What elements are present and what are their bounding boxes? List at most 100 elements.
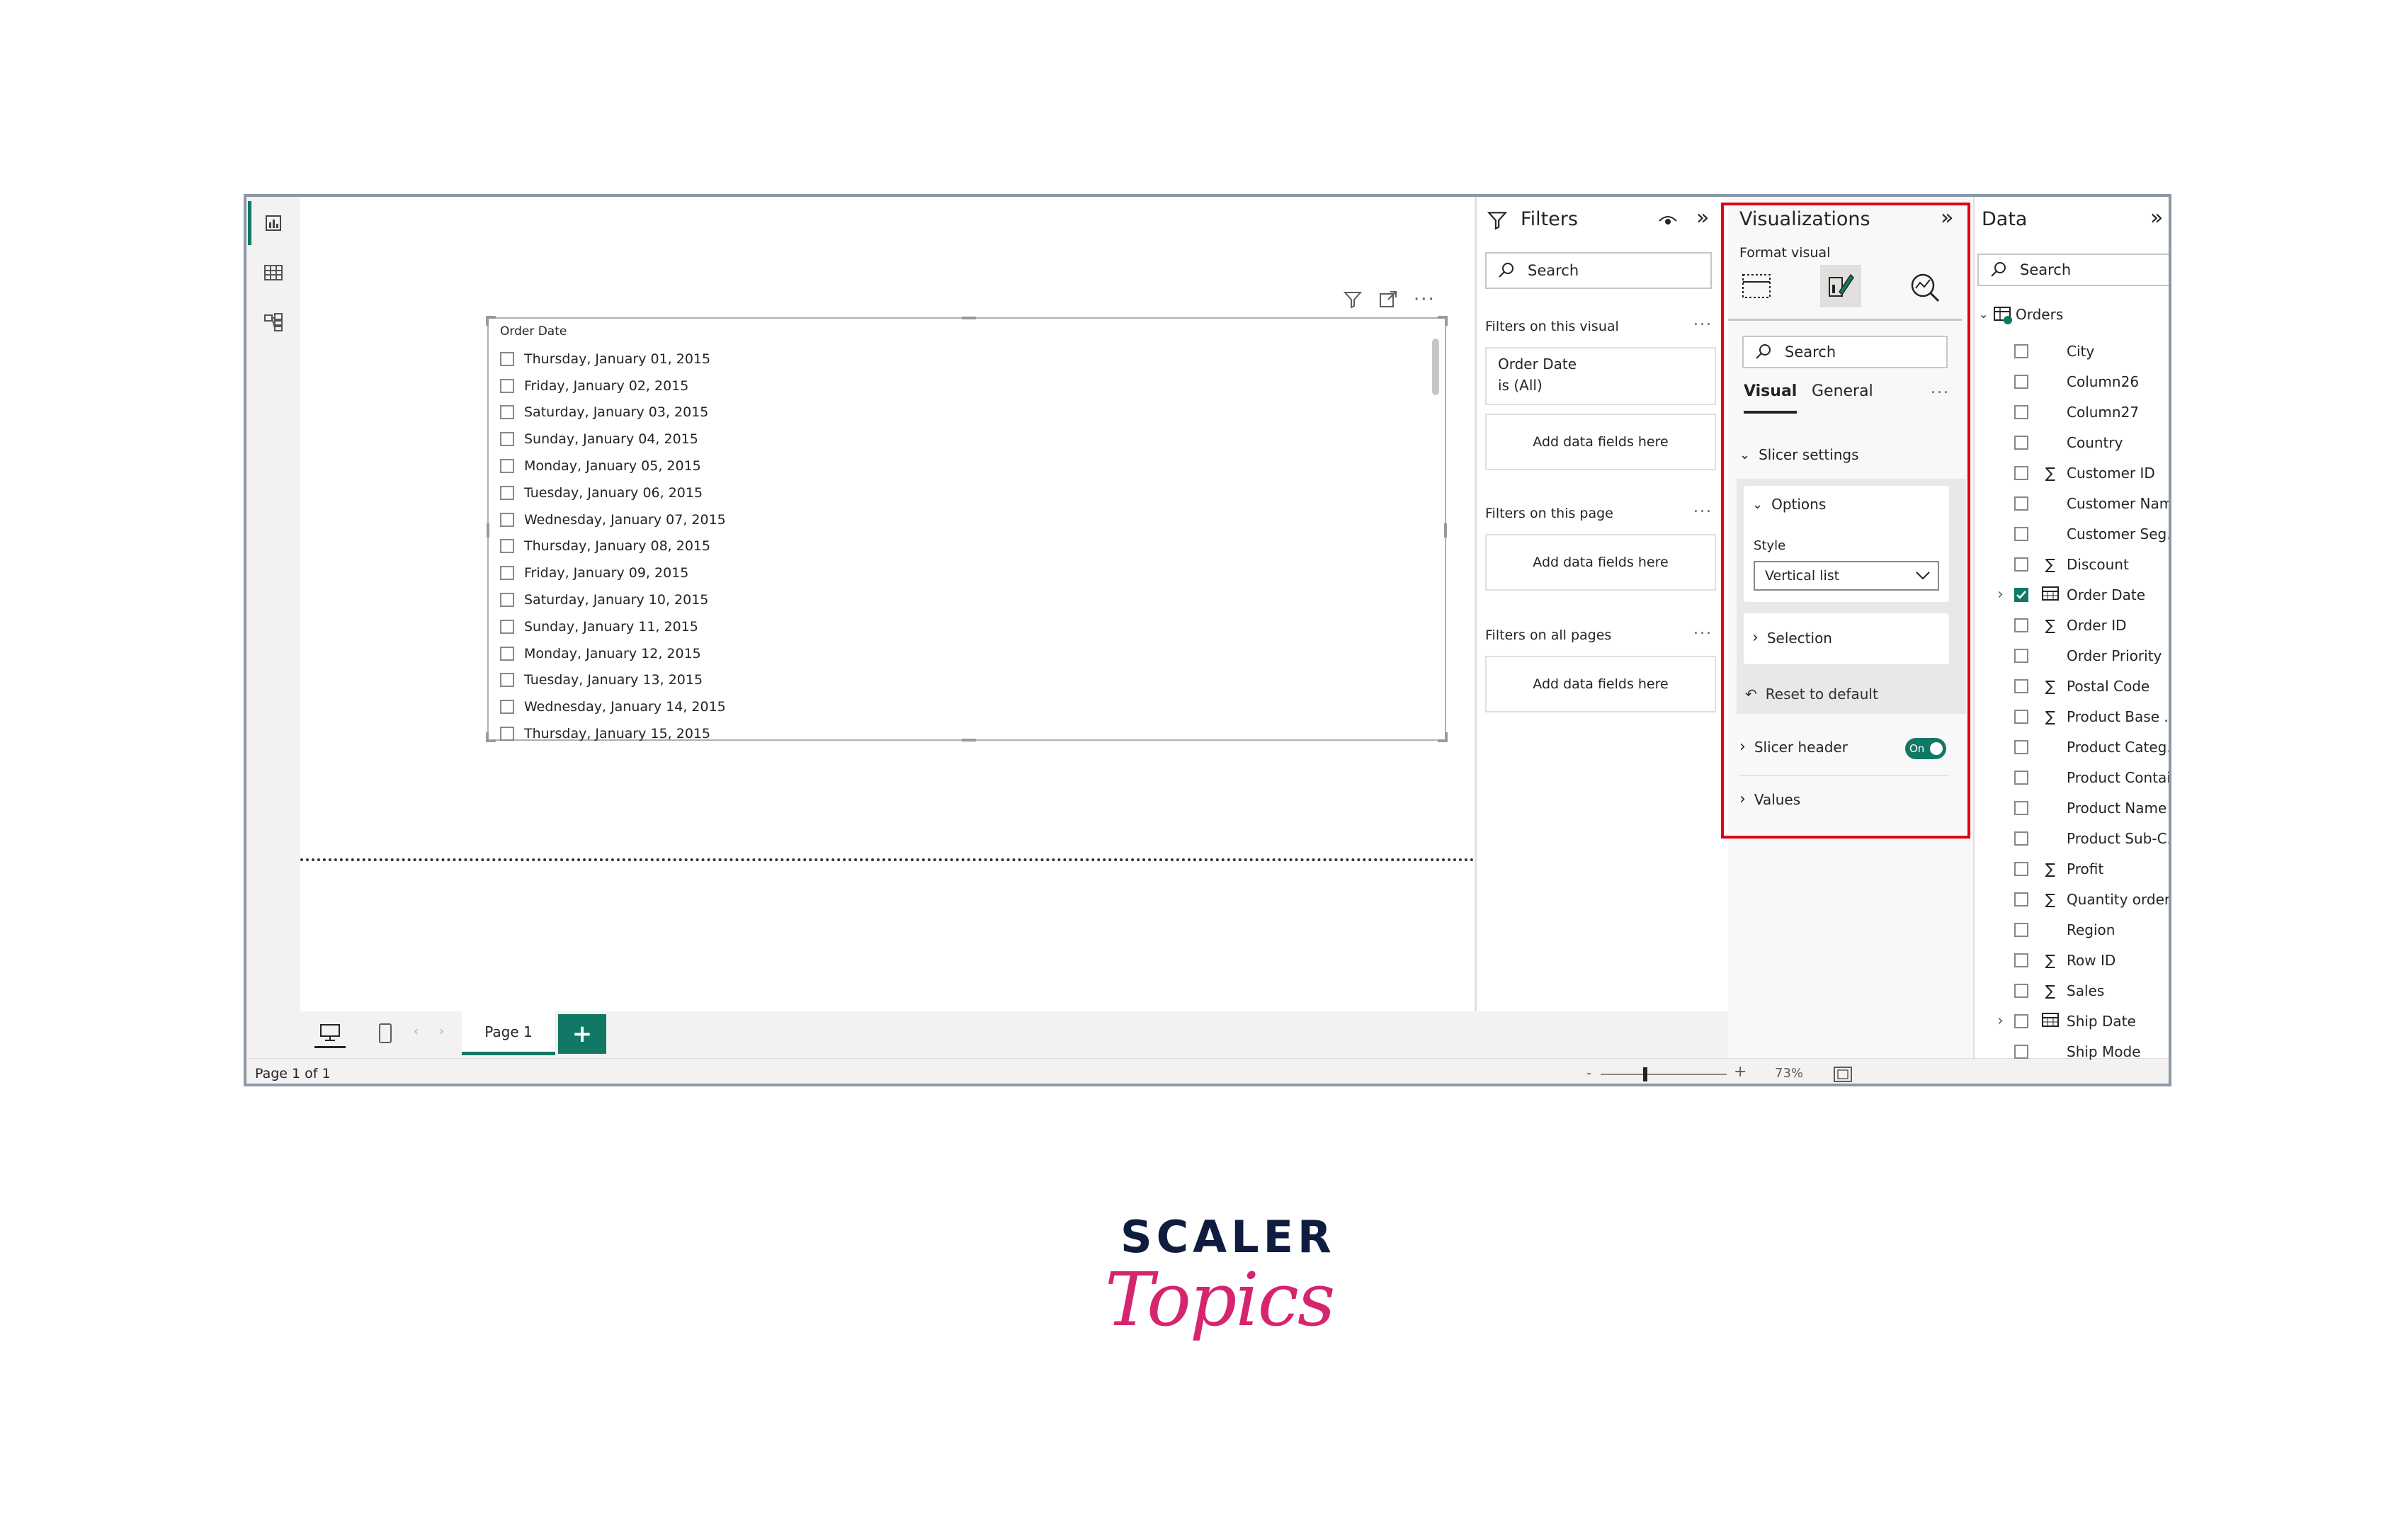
checkbox[interactable] bbox=[500, 432, 514, 447]
fit-to-page-icon[interactable] bbox=[1833, 1066, 1853, 1083]
mobile-layout-button[interactable] bbox=[371, 1018, 399, 1048]
format-visual-button[interactable] bbox=[1820, 265, 1861, 307]
field-checkbox[interactable] bbox=[2014, 983, 2028, 998]
build-visual-button[interactable] bbox=[1739, 269, 1773, 303]
visual-add-data-fields-dropzone[interactable]: Add data fields here bbox=[1485, 414, 1716, 470]
slicer-item[interactable]: Thursday, January 01, 2015 bbox=[500, 346, 1385, 373]
field-row[interactable]: Order Priority bbox=[1975, 640, 2169, 671]
resize-handle[interactable] bbox=[962, 317, 976, 319]
field-row[interactable]: ∑ Order ID bbox=[1975, 610, 2169, 640]
field-row[interactable]: ∑ Postal Code bbox=[1975, 671, 2169, 701]
field-row[interactable]: Region bbox=[1975, 914, 2169, 945]
report-add-data-fields-dropzone[interactable]: Add data fields here bbox=[1485, 656, 1716, 712]
checkbox[interactable] bbox=[500, 619, 514, 634]
field-row[interactable]: › Order Date bbox=[1975, 579, 2169, 610]
field-row[interactable]: Product Name bbox=[1975, 792, 2169, 823]
checkbox[interactable] bbox=[500, 485, 514, 500]
field-row[interactable]: ∑ Discount bbox=[1975, 549, 2169, 579]
checkbox[interactable] bbox=[500, 459, 514, 474]
slicer-item[interactable]: Sunday, January 11, 2015 bbox=[500, 613, 1385, 640]
field-checkbox[interactable] bbox=[2014, 678, 2028, 693]
tab-visual[interactable]: Visual bbox=[1744, 382, 1798, 414]
slicer-item[interactable]: Thursday, January 15, 2015 bbox=[500, 720, 1385, 747]
slicer-item[interactable]: Saturday, January 03, 2015 bbox=[500, 399, 1385, 426]
slicer-scrollbar[interactable] bbox=[1432, 339, 1439, 395]
field-checkbox[interactable] bbox=[2014, 922, 2028, 937]
resize-handle[interactable] bbox=[1445, 316, 1448, 326]
field-row[interactable]: Product Sub-C... bbox=[1975, 823, 2169, 853]
add-page-button[interactable]: + bbox=[558, 1014, 606, 1054]
chevron-right-icon[interactable]: › bbox=[1997, 1012, 2004, 1030]
field-checkbox[interactable] bbox=[2014, 709, 2028, 724]
desktop-layout-button[interactable] bbox=[314, 1018, 346, 1048]
slicer-item[interactable]: Monday, January 12, 2015 bbox=[500, 640, 1385, 667]
values-section[interactable]: › Values bbox=[1739, 790, 1800, 808]
page-tab-page-1[interactable]: Page 1 bbox=[462, 1011, 555, 1055]
checkbox[interactable] bbox=[500, 727, 514, 742]
style-dropdown[interactable]: Vertical list bbox=[1754, 561, 1939, 591]
field-row[interactable]: ∑ Customer ID bbox=[1975, 458, 2169, 488]
eye-icon[interactable] bbox=[1658, 212, 1678, 228]
field-row[interactable]: ∑ Profit bbox=[1975, 853, 2169, 884]
slicer-item[interactable]: Friday, January 02, 2015 bbox=[500, 373, 1385, 399]
field-checkbox[interactable] bbox=[2014, 374, 2028, 389]
field-checkbox[interactable] bbox=[2014, 435, 2028, 450]
report-view-button[interactable] bbox=[246, 198, 300, 248]
field-row[interactable]: Product Contai... bbox=[1975, 762, 2169, 792]
slicer-item[interactable]: Tuesday, January 13, 2015 bbox=[500, 667, 1385, 694]
reset-to-default-button[interactable]: ↶ Reset to default bbox=[1745, 686, 1878, 703]
resize-handle[interactable] bbox=[1445, 732, 1448, 742]
tab-general[interactable]: General bbox=[1812, 382, 1873, 414]
field-row[interactable]: Product Categ... bbox=[1975, 732, 2169, 762]
order-date-filter-card[interactable]: Order Date is (All) bbox=[1485, 347, 1716, 405]
field-row[interactable]: ∑ Quantity order... bbox=[1975, 884, 2169, 914]
model-view-button[interactable] bbox=[246, 297, 300, 347]
collapse-data-icon[interactable]: » bbox=[2150, 205, 2163, 230]
zoom-slider[interactable] bbox=[1601, 1067, 1727, 1081]
slicer-header-toggle[interactable]: On bbox=[1905, 738, 1946, 759]
field-checkbox[interactable] bbox=[2014, 1013, 2028, 1028]
chevron-right-icon[interactable]: › bbox=[1997, 586, 2004, 603]
field-row[interactable]: City bbox=[1975, 336, 2169, 366]
field-checkbox[interactable] bbox=[2014, 526, 2028, 541]
field-checkbox[interactable] bbox=[2014, 739, 2028, 754]
field-row[interactable]: ∑ Sales bbox=[1975, 975, 2169, 1006]
checkbox[interactable] bbox=[500, 593, 514, 608]
slicer-item[interactable]: Saturday, January 10, 2015 bbox=[500, 586, 1385, 613]
zoom-out-button[interactable]: - bbox=[1586, 1064, 1591, 1081]
slicer-header-section[interactable]: › Slicer header bbox=[1739, 738, 1848, 756]
resize-handle[interactable] bbox=[1444, 523, 1447, 538]
field-checkbox[interactable] bbox=[2014, 343, 2028, 358]
checkbox[interactable] bbox=[500, 700, 514, 715]
slicer-item[interactable]: Wednesday, January 14, 2015 bbox=[500, 693, 1385, 720]
field-row[interactable]: Column27 bbox=[1975, 397, 2169, 427]
field-checkbox[interactable] bbox=[2014, 831, 2028, 846]
data-search-input[interactable]: Search bbox=[1977, 254, 2169, 286]
field-checkbox[interactable] bbox=[2014, 892, 2028, 907]
field-checkbox[interactable] bbox=[2014, 800, 2028, 815]
checkbox[interactable] bbox=[500, 566, 514, 581]
table-orders[interactable]: ⌄ Orders bbox=[1975, 299, 2169, 329]
slicer-item[interactable]: Tuesday, January 06, 2015 bbox=[500, 479, 1385, 506]
field-row[interactable]: Customer Seg... bbox=[1975, 518, 2169, 549]
slicer-item[interactable]: Sunday, January 04, 2015 bbox=[500, 426, 1385, 453]
checkbox[interactable] bbox=[500, 646, 514, 661]
slicer-item[interactable]: Thursday, January 08, 2015 bbox=[500, 533, 1385, 560]
more-options-icon[interactable]: ··· bbox=[1414, 290, 1436, 309]
filter-icon[interactable] bbox=[1343, 290, 1363, 309]
collapse-visualizations-icon[interactable]: » bbox=[1941, 205, 1953, 230]
analytics-button[interactable] bbox=[1907, 269, 1943, 306]
checkbox[interactable] bbox=[500, 351, 514, 366]
field-row[interactable]: Ship Mode bbox=[1975, 1036, 2169, 1067]
report-canvas[interactable]: ··· Order Date Thursday, January 01, 201… bbox=[300, 197, 1475, 1011]
field-row[interactable]: › Ship Date bbox=[1975, 1006, 2169, 1036]
previous-page-icon[interactable]: ‹ bbox=[414, 1024, 419, 1039]
options-section[interactable]: ⌄ Options bbox=[1752, 496, 1826, 513]
filters-search-input[interactable]: Search bbox=[1485, 252, 1712, 289]
visualizations-search-input[interactable]: Search bbox=[1742, 336, 1948, 368]
more-options-icon[interactable]: ... bbox=[1693, 312, 1713, 329]
field-row[interactable]: Customer Name bbox=[1975, 488, 2169, 518]
order-date-slicer[interactable]: Order Date Thursday, January 01, 2015 Fr… bbox=[486, 316, 1448, 742]
checkbox[interactable] bbox=[500, 673, 514, 688]
field-checkbox[interactable] bbox=[2014, 1044, 2028, 1059]
